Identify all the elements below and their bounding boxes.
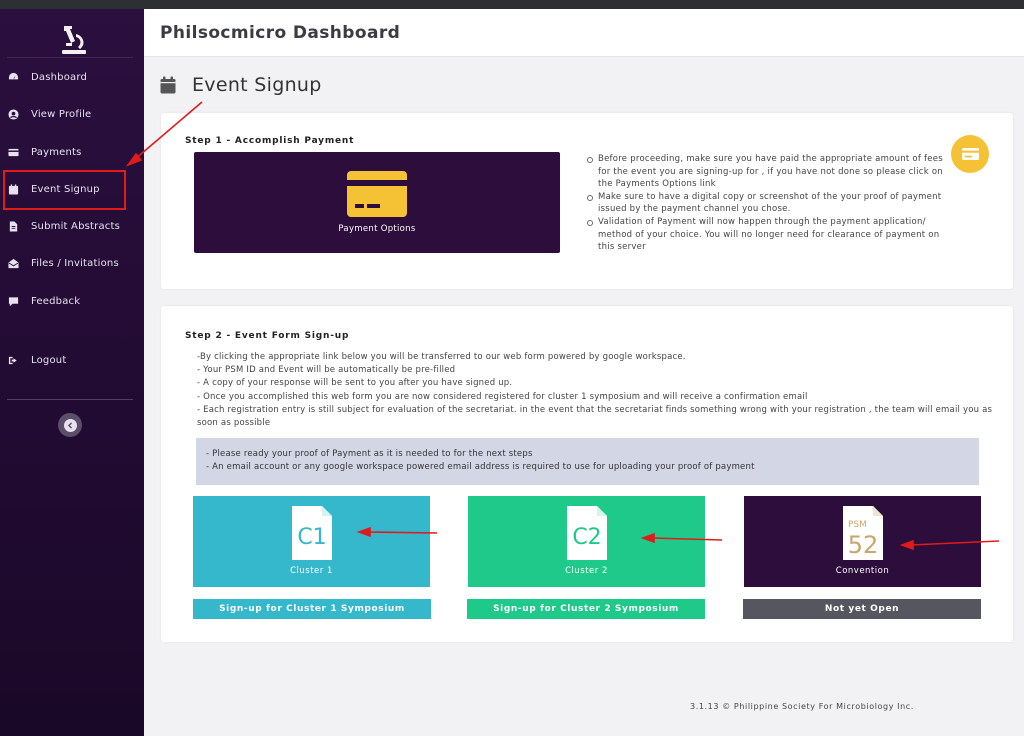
description-line: -By clicking the appropriate link below …	[197, 352, 686, 362]
sidebar-item-label: Payments	[31, 146, 82, 158]
step2-title: Step 2 - Event Form Sign-up	[185, 331, 350, 341]
calendar-icon	[160, 76, 176, 94]
cluster1-caption: Cluster 1	[290, 566, 333, 576]
convention-tile[interactable]: PSM 52 Convention	[744, 496, 981, 587]
browser-top-strip	[0, 0, 1024, 9]
convention-document-icon: PSM 52	[842, 506, 883, 560]
step1-title: Step 1 - Accomplish Payment	[185, 136, 355, 146]
description-line: - A copy of your response will be sent t…	[197, 378, 513, 389]
sidebar-divider	[7, 57, 133, 58]
sidebar-item-feedback[interactable]: Feedback	[0, 288, 144, 314]
sidebar: Dashboard View Profile Payments Event Si…	[0, 9, 144, 736]
cluster2-caption: Cluster 2	[565, 566, 608, 576]
step1-card: Step 1 - Accomplish Payment Payment Opti…	[161, 113, 1013, 289]
signup-cluster2-button[interactable]: Sign-up for Cluster 2 Symposium	[467, 599, 705, 619]
sidebar-item-files-invitations[interactable]: Files / Invitations	[0, 250, 144, 276]
cluster2-icon-text: C2	[572, 525, 601, 550]
step1-notes: Before proceeding, make sure you have pa…	[586, 153, 946, 254]
sidebar-item-dashboard[interactable]: Dashboard	[0, 64, 144, 90]
cluster2-tile[interactable]: C2 Cluster 2	[468, 496, 705, 587]
note-item: Validation of Payment will now happen th…	[586, 216, 946, 254]
sidebar-item-label: View Profile	[31, 108, 92, 120]
footer-text: 3.1.13 © Philippine Society For Microbio…	[690, 702, 914, 711]
sidebar-item-view-profile[interactable]: View Profile	[0, 101, 144, 127]
convention-caption: Convention	[835, 566, 890, 576]
comment-icon	[7, 295, 19, 307]
convention-icon-text: 52	[847, 531, 878, 559]
file-icon	[7, 220, 19, 232]
payment-options-label: Payment Options	[338, 224, 416, 234]
payment-options-button[interactable]: Payment Options	[194, 152, 560, 253]
cluster2-document-icon: C2	[566, 506, 607, 560]
envelope-open-icon	[7, 257, 19, 269]
description-line: - Your PSM ID and Event will be automati…	[197, 365, 456, 376]
step2-description: -By clicking the appropriate link below …	[197, 351, 997, 430]
money-card-icon	[951, 135, 989, 173]
sidebar-item-submit-abstracts[interactable]: Submit Abstracts	[0, 213, 144, 239]
notice-line: - An email account or any google workspa…	[206, 461, 755, 472]
credit-card-icon	[7, 146, 19, 158]
sidebar-item-label: Files / Invitations	[31, 257, 119, 269]
description-line: - Each registration entry is still subje…	[197, 404, 993, 429]
cluster1-icon-text: C1	[297, 525, 326, 550]
sidebar-divider	[7, 399, 133, 400]
convention-icon-text-top: PSM	[848, 520, 867, 530]
page-title: Event Signup	[160, 72, 322, 98]
convention-not-open-button[interactable]: Not yet Open	[743, 599, 981, 619]
sidebar-item-label: Feedback	[31, 295, 81, 307]
signup-cluster1-button[interactable]: Sign-up for Cluster 1 Symposium	[193, 599, 431, 619]
note-item: Before proceeding, make sure you have pa…	[586, 153, 946, 191]
event-signup-highlight-box	[3, 170, 126, 210]
sidebar-item-label: Logout	[31, 354, 67, 366]
sidebar-item-logout[interactable]: Logout	[0, 347, 144, 373]
sidebar-item-label: Dashboard	[31, 71, 88, 83]
dashboard-gauge-icon	[7, 71, 19, 83]
sign-out-icon	[7, 354, 19, 366]
microscope-logo-icon[interactable]	[56, 23, 90, 57]
app-title: Philsocmicro Dashboard	[160, 23, 401, 43]
user-circle-icon	[7, 108, 19, 120]
description-line: - Once you accomplished this web form yo…	[197, 391, 808, 402]
sidebar-item-label: Submit Abstracts	[31, 220, 121, 232]
cluster1-tile[interactable]: C1 Cluster 1	[193, 496, 430, 587]
chevron-left-circle-icon	[63, 418, 77, 432]
page-title-text: Event Signup	[192, 74, 322, 96]
app-header: Philsocmicro Dashboard	[144, 9, 1024, 57]
sidebar-item-payments[interactable]: Payments	[0, 139, 144, 165]
step2-card: Step 2 - Event Form Sign-up -By clicking…	[161, 306, 1013, 642]
step2-notice: - Please ready your proof of Payment as …	[196, 438, 979, 485]
cluster1-document-icon: C1	[291, 506, 332, 560]
note-item: Make sure to have a digital copy or scre…	[586, 191, 946, 216]
credit-card-icon	[347, 171, 407, 217]
sidebar-collapse-button[interactable]	[58, 413, 82, 437]
notice-line: - Please ready your proof of Payment as …	[206, 449, 533, 459]
